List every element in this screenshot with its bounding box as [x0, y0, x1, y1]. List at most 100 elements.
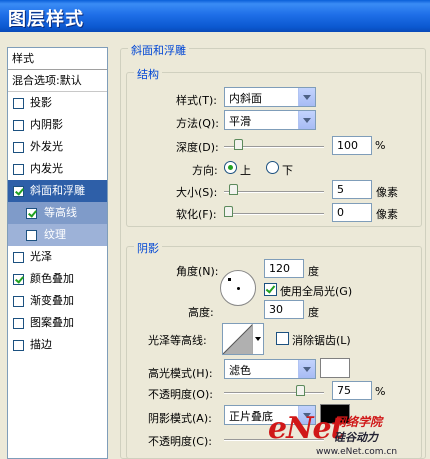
style-item-checkbox[interactable] — [13, 252, 24, 263]
style-item-checkbox[interactable] — [13, 340, 24, 351]
anti-alias-label[interactable]: 消除锯齿(L) — [292, 332, 351, 348]
size-input[interactable]: 5 — [332, 180, 372, 199]
dial-center-icon — [237, 287, 240, 290]
styles-header[interactable]: 样式 — [8, 48, 107, 70]
watermark-url: www.eNet.com.cn — [316, 447, 398, 457]
size-slider-track[interactable] — [224, 191, 324, 193]
style-item[interactable]: 内阴影 — [8, 114, 107, 136]
style-item[interactable]: 内发光 — [8, 158, 107, 180]
style-item-checkbox[interactable] — [13, 318, 24, 329]
style-item-label: 内发光 — [30, 162, 63, 175]
watermark-line2: 硅谷动力 — [334, 431, 378, 444]
soften-input[interactable]: 0 — [332, 203, 372, 222]
direction-up-radio[interactable] — [224, 161, 237, 174]
style-item-checkbox[interactable] — [13, 274, 24, 285]
highlight-mode-select[interactable]: 滤色 — [224, 359, 316, 379]
soften-label: 软化(F): — [176, 208, 217, 221]
site-watermark: eNet 网络学院 硅谷动力 www.eNet.com.cn — [268, 407, 430, 459]
style-item-label: 纹理 — [44, 228, 66, 241]
structure-title: 结构 — [134, 66, 162, 82]
style-item[interactable]: 图案叠加 — [8, 312, 107, 334]
chevron-down-icon[interactable] — [298, 111, 315, 129]
soften-unit: 像素 — [376, 208, 398, 221]
technique-label: 方法(Q): — [176, 117, 219, 130]
highlight-opacity-slider-thumb[interactable] — [296, 385, 305, 396]
style-item-checkbox[interactable] — [13, 186, 24, 197]
styles-list: 样式 混合选项:默认 投影内阴影外发光内发光斜面和浮雕等高线纹理光泽颜色叠加渐变… — [7, 47, 108, 459]
style-select[interactable]: 内斜面 — [224, 87, 316, 107]
depth-unit: % — [375, 139, 386, 152]
style-item[interactable]: 描边 — [8, 334, 107, 356]
depth-slider-thumb[interactable] — [233, 139, 243, 150]
global-light-checkbox[interactable] — [264, 283, 277, 296]
chevron-down-icon[interactable] — [298, 360, 315, 378]
size-label: 大小(S): — [176, 186, 218, 199]
style-select-value: 内斜面 — [229, 92, 262, 105]
anti-alias-checkbox[interactable] — [276, 332, 289, 345]
angle-label: 角度(N): — [176, 265, 219, 278]
soften-slider-thumb[interactable] — [224, 206, 233, 217]
shadow-mode-label: 阴影模式(A): — [148, 412, 212, 425]
highlight-opacity-slider-track[interactable] — [224, 392, 324, 394]
shadow-opacity-label: 不透明度(C): — [148, 435, 212, 448]
direction-up-label[interactable]: 上 — [240, 162, 251, 178]
style-item[interactable]: 光泽 — [8, 246, 107, 268]
gloss-contour-picker[interactable] — [222, 323, 264, 355]
style-item-label: 投影 — [30, 96, 52, 109]
direction-label: 方向: — [192, 164, 218, 177]
dial-angle-marker-icon — [228, 278, 231, 281]
style-item[interactable]: 等高线 — [8, 202, 107, 224]
chevron-down-icon[interactable] — [252, 324, 263, 354]
blend-options-item[interactable]: 混合选项:默认 — [8, 70, 107, 92]
chevron-down-icon[interactable] — [298, 88, 315, 106]
watermark-logo: eNet — [268, 411, 344, 446]
style-item[interactable]: 投影 — [8, 92, 107, 114]
style-item-label: 外发光 — [30, 140, 63, 153]
direction-down-label[interactable]: 下 — [282, 162, 293, 178]
highlight-opacity-input[interactable]: 75 — [332, 381, 372, 400]
angle-dial[interactable] — [220, 270, 256, 306]
soften-value: 0 — [337, 206, 344, 219]
highlight-mode-value: 滤色 — [229, 364, 251, 377]
style-item-checkbox[interactable] — [13, 98, 24, 109]
style-item-label: 颜色叠加 — [30, 272, 74, 285]
soften-slider-track[interactable] — [224, 213, 324, 215]
title-bar[interactable]: 图层样式 — [0, 0, 430, 32]
angle-input[interactable]: 120 — [264, 259, 304, 278]
style-item[interactable]: 渐变叠加 — [8, 290, 107, 312]
gloss-contour-label: 光泽等高线: — [148, 334, 207, 347]
style-item[interactable]: 颜色叠加 — [8, 268, 107, 290]
watermark-line1: 网络学院 — [334, 415, 383, 429]
style-item-checkbox[interactable] — [13, 142, 24, 153]
bevel-emboss-panel: 斜面和浮雕 结构 样式(T): 内斜面 方法(Q): 平滑 深度(D): 100… — [120, 40, 430, 459]
style-item-label: 等高线 — [44, 206, 77, 219]
technique-select[interactable]: 平滑 — [224, 110, 316, 130]
style-item-label: 光泽 — [30, 250, 52, 263]
contour-preview-icon — [223, 324, 253, 354]
angle-unit: 度 — [308, 265, 319, 278]
size-slider-thumb[interactable] — [228, 184, 238, 195]
shading-title: 阴影 — [134, 240, 162, 256]
altitude-input[interactable]: 30 — [264, 300, 304, 319]
style-item-checkbox[interactable] — [26, 230, 37, 241]
depth-value: 100 — [337, 139, 358, 152]
style-item-checkbox[interactable] — [26, 208, 37, 219]
style-item[interactable]: 外发光 — [8, 136, 107, 158]
style-item-checkbox[interactable] — [13, 120, 24, 131]
highlight-color-swatch[interactable] — [320, 358, 350, 378]
direction-down-radio[interactable] — [266, 161, 279, 174]
technique-select-value: 平滑 — [229, 115, 251, 128]
size-value: 5 — [337, 183, 344, 196]
global-light-label[interactable]: 使用全局光(G) — [280, 283, 352, 299]
style-item-checkbox[interactable] — [13, 164, 24, 175]
style-item-label: 渐变叠加 — [30, 294, 74, 307]
style-item[interactable]: 纹理 — [8, 224, 107, 246]
depth-input[interactable]: 100 — [332, 136, 372, 155]
style-item[interactable]: 斜面和浮雕 — [8, 180, 107, 202]
altitude-label: 高度: — [188, 306, 214, 319]
depth-label: 深度(D): — [176, 141, 219, 154]
style-item-checkbox[interactable] — [13, 296, 24, 307]
shadow-mode-value: 正片叠底 — [229, 410, 273, 423]
highlight-opacity-label: 不透明度(O): — [148, 388, 213, 401]
angle-value: 120 — [269, 262, 290, 275]
